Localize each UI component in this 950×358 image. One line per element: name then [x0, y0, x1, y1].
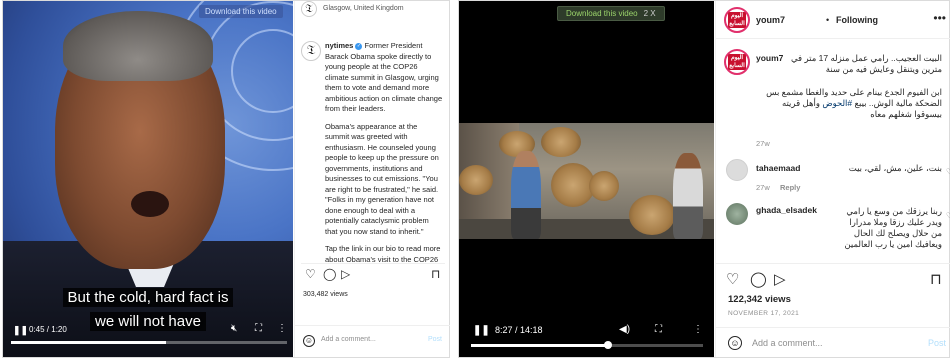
comment-time: 27w — [756, 183, 770, 192]
commenter-avatar[interactable] — [726, 159, 748, 181]
header-separator: • — [826, 15, 830, 25]
share-send-icon[interactable]: ▷ — [341, 267, 350, 281]
caption-username[interactable]: youm7 — [756, 53, 783, 64]
nytimes-avatar[interactable]: 𝔗 — [301, 1, 317, 17]
video-time: 0:45 / 1:20 — [29, 325, 67, 334]
comment-bubble-icon[interactable]: ◯ — [750, 270, 767, 288]
caption-paragraph-1: Former President Barack Obama spoke dire… — [325, 41, 443, 113]
comment-input[interactable]: Add a comment... — [752, 338, 823, 348]
nytimes-avatar-caption[interactable]: 𝔗 — [301, 41, 321, 61]
verified-icon: ✓ — [355, 43, 363, 50]
person-left — [511, 151, 541, 239]
comment-text: بنت، علين، مش، لقي، بيت — [848, 163, 942, 173]
post-sidebar-youm7: اليوم السابع youm7 • Following ••• اليوم ا… — [715, 1, 950, 357]
comment-bubble-icon[interactable]: ◯ — [323, 267, 336, 281]
commenter-avatar[interactable] — [726, 203, 748, 225]
subtitle-text: But the cold, hard fact is — [62, 288, 234, 307]
post-actions: ♡ ◯ ▷ ⊓ — [716, 263, 950, 288]
speaker-mouth — [131, 191, 169, 217]
like-heart-icon[interactable]: ♡ — [305, 267, 316, 281]
comment-username[interactable]: tahaemaad — [756, 163, 800, 173]
caption-time: 27w — [756, 139, 770, 148]
caption-paragraph-2: Obama's appearance at the summit was gre… — [325, 121, 439, 236]
volume-icon[interactable]: ◀) — [619, 324, 630, 335]
video-progress-fill — [11, 341, 166, 344]
pause-icon[interactable]: ❚❚ — [13, 325, 28, 336]
download-video-label: Download this video — [566, 9, 638, 18]
video-controls: ❚❚ 8:27 / 14:18 ◀) ⛶ ⋮ — [459, 323, 714, 357]
progress-knob[interactable] — [603, 341, 612, 349]
youm7-avatar[interactable]: اليوم السابع — [724, 7, 750, 33]
mute-icon[interactable]: 🔇︎ — [231, 323, 237, 334]
header-username[interactable]: youm7 — [756, 15, 785, 25]
more-options-icon[interactable]: ••• — [933, 11, 946, 25]
post-location[interactable]: Glasgow, United Kingdom — [323, 5, 404, 12]
download-video-button[interactable]: Download this video — [199, 5, 283, 18]
bookmark-icon[interactable]: ⊓ — [431, 267, 440, 281]
basket — [589, 171, 619, 201]
video-player-obama[interactable]: Download this video But the cold, hard f… — [3, 1, 293, 357]
hashtag-link[interactable]: #الحوض — [822, 98, 852, 108]
following-button[interactable]: Following — [836, 15, 878, 25]
video-progress-fill — [471, 341, 612, 349]
emoji-icon[interactable]: ☺ — [728, 336, 742, 350]
comment-box: ☺ Add a comment... Post — [716, 327, 950, 357]
caption-paragraph-3: Tap the link in our bio to read more abo… — [325, 244, 441, 264]
post-comment-button[interactable]: Post — [928, 338, 946, 348]
more-options-icon[interactable]: ⋮ — [277, 323, 287, 334]
instagram-post-youm7: Download this video 2 X ❚❚ 8:27 / 14:18 ◀… — [458, 0, 950, 358]
bookmark-icon[interactable]: ⊓ — [930, 270, 942, 288]
video-player-baskets[interactable]: Download this video 2 X ❚❚ 8:27 / 14:18 ◀… — [459, 1, 714, 357]
more-options-icon[interactable]: ⋮ — [693, 324, 703, 335]
post-comment-button[interactable]: Post — [428, 336, 442, 343]
views-count: 303,482 views — [303, 291, 348, 298]
person-right — [673, 153, 703, 239]
basket — [459, 165, 493, 195]
video-frame-scene — [459, 123, 714, 239]
fullscreen-icon[interactable]: ⛶ — [255, 323, 262, 334]
speaker-hair — [63, 11, 213, 81]
subtitle-line-1: But the cold, hard fact is — [3, 288, 293, 307]
video-progress-bar[interactable] — [11, 341, 287, 344]
post-date: NOVEMBER 17, 2021 — [728, 310, 800, 317]
post-sidebar-nytimes: 𝔗 Glasgow, United Kingdom 𝔗 nytimes ✓ Fo… — [294, 1, 450, 357]
youm7-avatar-caption[interactable]: اليوم السابع — [724, 49, 750, 75]
comment-input[interactable]: Add a comment... — [321, 336, 376, 343]
youm7-logo-icon: اليوم السابع — [728, 54, 746, 70]
post-header: اليوم السابع youm7 • Following ••• — [716, 1, 950, 39]
caption-username[interactable]: nytimes — [325, 41, 353, 50]
caption-paragraph-1: البيت العجيب.. رامي عمل منزله 17 متر في … — [790, 53, 942, 74]
like-heart-icon[interactable]: ♡ — [726, 270, 739, 288]
comment-text: ربنا يرزقك من وسع يا رامي ويدر عليك رزقا… — [844, 206, 942, 249]
post-caption: youm7 البيت العجيب.. رامي عمل منزله 17 م… — [756, 53, 942, 132]
share-send-icon[interactable]: ▷ — [774, 270, 786, 288]
pause-icon[interactable]: ❚❚ — [473, 325, 490, 336]
emoji-icon[interactable]: ☺ — [303, 335, 315, 347]
comment-like-heart-icon[interactable]: ♡ — [946, 211, 950, 220]
video-progress-bar[interactable] — [471, 341, 703, 349]
comment-like-heart-icon[interactable]: ♡ — [946, 167, 950, 176]
basket — [629, 195, 675, 235]
download-badge-extra: 2 X — [643, 9, 656, 18]
video-time: 8:27 / 14:18 — [495, 325, 543, 335]
youm7-logo-icon: اليوم السابع — [728, 12, 746, 28]
screenshot-frame: Download this video But the cold, hard f… — [0, 0, 950, 358]
video-controls: ❚❚ 0:45 / 1:20 🔇︎ ⛶ ⋮ — [3, 323, 293, 357]
instagram-post-nytimes: Download this video But the cold, hard f… — [2, 0, 450, 358]
views-count: 122,342 views — [728, 294, 791, 305]
basket — [541, 127, 581, 157]
comment-box: ☺ Add a comment... Post — [295, 325, 450, 357]
post-actions: ♡ ◯ ▷ ⊓ — [301, 263, 445, 281]
download-video-button[interactable]: Download this video 2 X — [557, 6, 665, 21]
reply-button[interactable]: Reply — [780, 183, 800, 192]
comment-username[interactable]: ghada_elsadek — [756, 205, 817, 215]
fullscreen-icon[interactable]: ⛶ — [655, 324, 662, 335]
post-caption: nytimes ✓ Former President Barack Obama … — [325, 41, 443, 272]
